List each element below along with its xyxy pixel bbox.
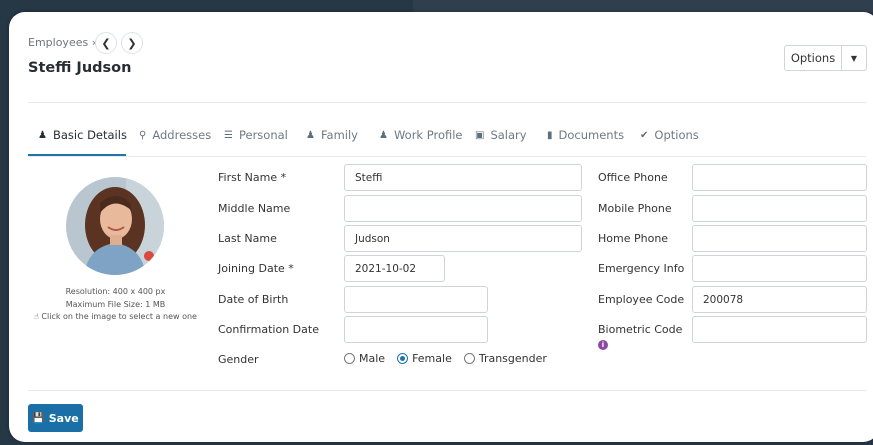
avatar-image xyxy=(66,177,164,275)
avatar-max-size: Maximum File Size: 1 MB xyxy=(65,300,166,309)
file-icon: ▮ xyxy=(547,129,553,141)
office-phone-input[interactable] xyxy=(692,164,867,191)
money-icon: ▣ xyxy=(475,129,485,141)
mobile-phone-input[interactable] xyxy=(692,195,867,222)
biometric-code-input[interactable] xyxy=(692,316,867,343)
users-icon: ♟ xyxy=(306,129,315,141)
mobile-phone-label: Mobile Phone xyxy=(598,202,672,215)
confirmation-date-label: Confirmation Date xyxy=(218,323,319,336)
tab-options[interactable]: ✔ Options xyxy=(640,128,699,142)
emergency-info-input[interactable] xyxy=(692,255,867,282)
tab-family[interactable]: ♟ Family xyxy=(306,128,358,142)
confirmation-date-input[interactable] xyxy=(344,316,488,343)
user-icon: ♟ xyxy=(38,129,47,141)
home-phone-input[interactable] xyxy=(692,225,867,252)
tab-work-profile[interactable]: ♟ Work Profile xyxy=(379,128,463,142)
middle-name-input[interactable] xyxy=(344,195,582,222)
gender-female-label[interactable]: Female xyxy=(412,352,452,365)
caret-down-icon: ▼ xyxy=(850,53,858,63)
gender-transgender-label[interactable]: Transgender xyxy=(479,352,547,365)
gender-female-radio[interactable] xyxy=(397,353,409,364)
gender-radio-group: Male Female Transgender xyxy=(344,352,547,365)
tab-salary[interactable]: ▣ Salary xyxy=(475,128,527,142)
joining-date-input[interactable]: 2021-10-02 xyxy=(344,255,445,282)
map-pin-icon: ⚲ xyxy=(139,129,147,141)
chevron-right-icon[interactable]: ❯ xyxy=(121,32,143,54)
home-phone-label: Home Phone xyxy=(598,232,669,245)
briefcase-user-icon: ♟ xyxy=(379,129,388,141)
gender-transgender-radio[interactable] xyxy=(463,353,475,364)
tab-addresses[interactable]: ⚲ Addresses xyxy=(139,128,211,142)
emergency-info-label: Emergency Info xyxy=(598,262,685,275)
last-name-input[interactable]: Judson xyxy=(344,225,582,252)
tab-basic-details[interactable]: ♟ Basic Details xyxy=(38,128,127,142)
tab-personal[interactable]: ☰ Personal xyxy=(224,128,288,142)
background-panel xyxy=(413,0,873,12)
last-name-label: Last Name xyxy=(218,232,277,245)
save-button[interactable]: 💾 Save xyxy=(28,404,83,432)
save-icon: 💾 xyxy=(32,412,45,424)
first-name-input[interactable]: Steffi xyxy=(344,164,582,191)
biometric-code-label: Biometric Code xyxy=(598,323,683,336)
header-divider xyxy=(28,102,866,103)
office-phone-label: Office Phone xyxy=(598,171,668,184)
check-circle-icon: ✔ xyxy=(640,129,649,141)
avatar-hint: ☝ Click on the image to select a new one xyxy=(34,312,197,321)
gender-male-radio[interactable] xyxy=(344,353,355,364)
tab-documents[interactable]: ▮ Documents xyxy=(547,128,624,142)
gender-male-label[interactable]: Male xyxy=(359,352,385,365)
employee-code-label: Employee Code xyxy=(598,293,685,306)
footer-divider xyxy=(28,390,866,391)
options-dropdown-toggle[interactable]: ▼ xyxy=(841,45,867,71)
middle-name-label: Middle Name xyxy=(218,202,291,215)
hand-pointer-icon: ☝ xyxy=(34,312,39,321)
breadcrumb-employees[interactable]: Employees » xyxy=(28,36,98,49)
employee-code-input[interactable]: 200078 xyxy=(692,286,867,313)
gender-label: Gender xyxy=(218,353,259,366)
chevron-left-icon[interactable]: ❮ xyxy=(95,32,117,54)
date-of-birth-label: Date of Birth xyxy=(218,293,289,306)
date-of-birth-input[interactable] xyxy=(344,286,488,313)
options-button[interactable]: Options xyxy=(784,45,842,71)
avatar[interactable] xyxy=(66,177,164,275)
tabs-divider xyxy=(28,156,866,157)
joining-date-label: Joining Date * xyxy=(218,262,294,275)
first-name-label: First Name * xyxy=(218,171,287,184)
list-icon: ☰ xyxy=(224,129,233,141)
avatar-resolution: Resolution: 400 x 400 px xyxy=(65,287,166,296)
page-title: Steffi Judson xyxy=(28,60,132,76)
info-icon[interactable]: i xyxy=(598,340,608,350)
